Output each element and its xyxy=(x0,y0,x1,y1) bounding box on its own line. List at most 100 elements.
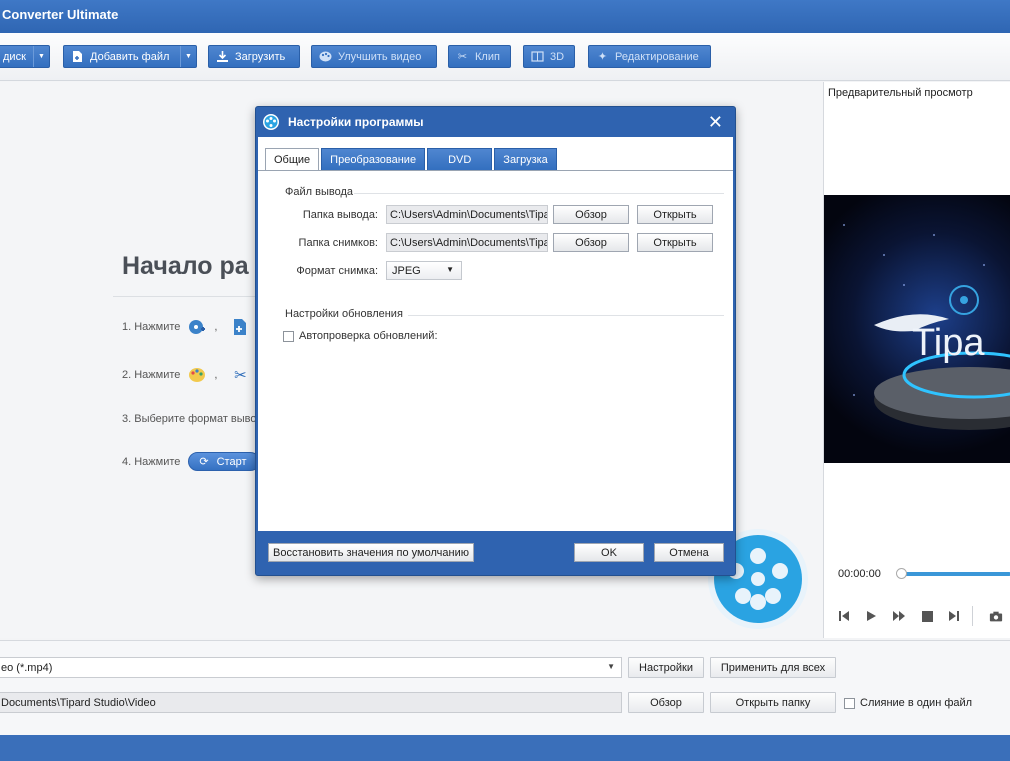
step-1-separator: , xyxy=(214,321,218,333)
enhance-video-button[interactable]: Улучшить видео xyxy=(311,45,437,68)
start-label: Старт xyxy=(216,455,247,468)
clip-button[interactable]: ✂ Клип xyxy=(448,45,511,68)
palette-icon xyxy=(319,50,332,63)
load-disc-icon[interactable] xyxy=(188,318,206,336)
step-3-label: 3. Выберите формат вывод xyxy=(122,413,263,425)
destination-field[interactable]: Documents\Tipard Studio\Video xyxy=(0,692,622,713)
output-folder-label: Папка вывода: xyxy=(302,209,378,221)
add-file-button[interactable]: Добавить файл ▼ xyxy=(63,45,197,68)
output-folder-value: C:\Users\Admin\Documents\Tipar xyxy=(390,208,548,221)
preview-watermark: Tipa xyxy=(912,322,985,364)
divider xyxy=(408,315,724,316)
toolbar: диск ▼ Добавить файл ▼ Загрузить Улучшит… xyxy=(0,33,1010,81)
destination-value: Documents\Tipard Studio\Video xyxy=(1,696,156,709)
tab-download[interactable]: Загрузка xyxy=(494,148,557,171)
download-icon xyxy=(216,50,229,63)
dialog-body: Общие Преобразование DVD Загрузка Файл в… xyxy=(258,137,733,531)
tab-divider xyxy=(258,170,733,171)
merge-option[interactable]: Слияние в один файл xyxy=(844,697,972,709)
load-disc-button[interactable]: диск ▼ xyxy=(0,45,50,68)
output-group-title: Файл вывода xyxy=(285,186,353,198)
step-1: 1. Нажмите , xyxy=(122,318,249,336)
seek-handle[interactable] xyxy=(896,568,907,579)
browse-output-button[interactable]: Обзор xyxy=(553,205,629,224)
close-icon[interactable]: ✕ xyxy=(708,112,723,132)
preview-screen: Tipa xyxy=(824,195,1010,463)
chevron-down-icon[interactable]: ▼ xyxy=(446,265,454,274)
chevron-down-icon[interactable]: ▼ xyxy=(33,46,49,67)
browse-snapshot-button[interactable]: Обзор xyxy=(553,233,629,252)
browse-destination-button[interactable]: Обзор xyxy=(628,692,704,713)
output-folder-field[interactable]: C:\Users\Admin\Documents\Tipar xyxy=(386,205,548,224)
update-group-title: Настройки обновления xyxy=(285,308,403,320)
3d-label: 3D xyxy=(550,50,565,63)
step-1-label: 1. Нажмите xyxy=(122,321,181,333)
tab-conversion[interactable]: Преобразование xyxy=(321,148,426,171)
fast-forward-icon[interactable] xyxy=(892,609,906,623)
apply-to-all-button[interactable]: Применить для всех xyxy=(710,657,836,678)
snapshot-folder-value: C:\Users\Admin\Documents\Tipar xyxy=(390,236,548,249)
time-display: 00:00:00 xyxy=(838,568,881,580)
open-folder-button[interactable]: Открыть папку xyxy=(710,692,836,713)
edit-button[interactable]: ✦ Редактирование xyxy=(588,45,711,68)
previous-icon[interactable] xyxy=(837,609,851,623)
seek-bar[interactable] xyxy=(899,572,1010,576)
open-output-button[interactable]: Открыть xyxy=(637,205,713,224)
settings-dialog: Настройки программы ✕ Общие Преобразован… xyxy=(255,106,736,576)
clip-label: Клип xyxy=(475,50,500,63)
preview-panel: Предварительный просмотр Tipa 00:00:00 xyxy=(823,82,1010,638)
add-file-icon[interactable] xyxy=(231,318,249,336)
3d-button[interactable]: 3D xyxy=(523,45,575,68)
ok-button[interactable]: OK xyxy=(574,543,644,562)
step-4-label: 4. Нажмите xyxy=(122,455,181,468)
load-disc-label: диск xyxy=(3,50,26,63)
tab-dvd[interactable]: DVD xyxy=(427,148,493,171)
stop-icon[interactable] xyxy=(920,609,934,623)
snapshot-format-select[interactable]: JPEG ▼ xyxy=(386,261,462,280)
step-2-label: 2. Нажмите xyxy=(122,369,181,381)
divider xyxy=(972,606,973,626)
getting-started-title: Начало ра xyxy=(122,252,249,280)
chevron-down-icon[interactable]: ▼ xyxy=(180,46,196,67)
preview-logo-image: Tipa xyxy=(843,224,1010,430)
dialog-footer: Восстановить значения по умолчанию OK От… xyxy=(258,531,733,573)
auto-update-option[interactable]: Автопроверка обновлений: xyxy=(283,330,438,342)
snapshot-folder-label: Папка снимков: xyxy=(298,237,378,249)
auto-update-label: Автопроверка обновлений: xyxy=(299,330,438,342)
status-bar xyxy=(0,735,1010,761)
open-snapshot-button[interactable]: Открыть xyxy=(637,233,713,252)
auto-update-checkbox[interactable] xyxy=(283,330,294,342)
chevron-down-icon[interactable]: ▼ xyxy=(607,662,615,671)
app-title: Converter Ultimate xyxy=(2,7,119,22)
add-file-label: Добавить файл xyxy=(90,50,170,63)
output-profile-value: eo (*.mp4) xyxy=(1,661,53,674)
start-button[interactable]: ⟳ Старт xyxy=(188,452,260,471)
scissors-icon: ✂ xyxy=(457,51,468,63)
convert-icon: ⟳ xyxy=(199,456,209,468)
restore-defaults-button[interactable]: Восстановить значения по умолчанию xyxy=(268,543,474,562)
dialog-title-text: Настройки программы xyxy=(288,115,424,129)
palette-icon[interactable] xyxy=(188,366,206,384)
merge-checkbox[interactable] xyxy=(844,697,855,709)
output-profile-select[interactable]: eo (*.mp4) ▼ xyxy=(0,657,622,678)
dialog-title: Настройки программы xyxy=(256,107,735,137)
divider xyxy=(113,296,273,297)
step-2-separator: , xyxy=(214,369,218,381)
cancel-button[interactable]: Отмена xyxy=(654,543,724,562)
snapshot-folder-field[interactable]: C:\Users\Admin\Documents\Tipar xyxy=(386,233,548,252)
enhance-video-label: Улучшить видео xyxy=(338,50,422,63)
next-icon[interactable] xyxy=(947,609,961,623)
settings-button[interactable]: Настройки xyxy=(628,657,704,678)
download-button[interactable]: Загрузить xyxy=(208,45,300,68)
tab-general[interactable]: Общие xyxy=(265,148,320,171)
play-icon[interactable] xyxy=(864,609,878,623)
film-reel-icon xyxy=(263,114,279,130)
add-file-icon xyxy=(71,50,84,63)
sparkle-icon: ✦ xyxy=(597,51,608,63)
snapshot-icon[interactable] xyxy=(989,609,1003,623)
3d-icon xyxy=(531,50,544,63)
output-settings-bar: eo (*.mp4) ▼ Настройки Применить для все… xyxy=(0,640,1010,735)
scissors-icon[interactable]: ✂ xyxy=(231,366,249,384)
snapshot-format-value: JPEG xyxy=(392,264,421,277)
preview-title: Предварительный просмотр xyxy=(828,87,973,99)
